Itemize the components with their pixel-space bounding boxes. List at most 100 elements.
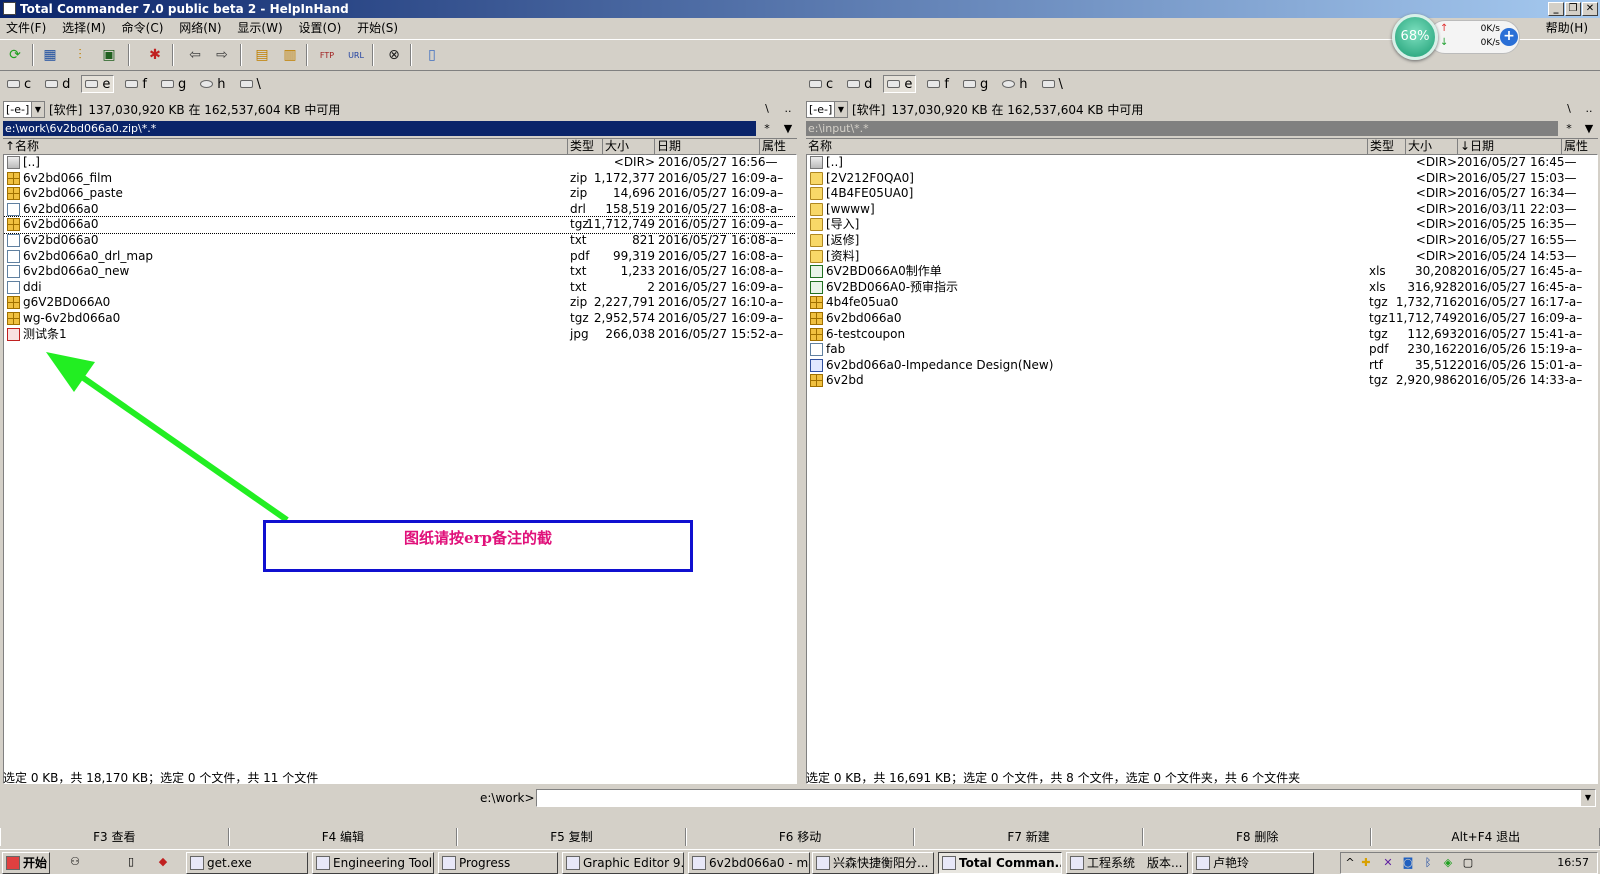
command-line-input[interactable]: ▼ bbox=[536, 789, 1596, 807]
col-type-header[interactable]: 类型 bbox=[568, 139, 603, 154]
taskbar-task-get-exe[interactable]: get.exe bbox=[186, 852, 308, 874]
show-hidden-icons[interactable]: ^ bbox=[1343, 856, 1357, 870]
tray-network-icon[interactable]: ◙ bbox=[1401, 856, 1415, 870]
alt-f4-exit-button[interactable]: Alt+F4 退出 bbox=[1371, 828, 1600, 846]
col-date-header[interactable]: ↓日期 bbox=[1458, 139, 1562, 154]
file-row[interactable]: 6V2BD066A0-预审指示 xls 316,928 2016/05/27 16:4… bbox=[807, 280, 1597, 296]
drive-h-button[interactable]: h bbox=[197, 75, 228, 93]
thumbnail-view-icon[interactable]: ▣ bbox=[97, 44, 121, 66]
file-row[interactable]: 6v2bd066_film zip 1,172,377 2016/05/27 16:0… bbox=[4, 171, 796, 187]
url-connect-icon[interactable]: URL bbox=[344, 44, 368, 66]
menu-start[interactable]: 开始(S) bbox=[351, 18, 404, 38]
drive-f-button[interactable]: f bbox=[924, 75, 952, 93]
file-row[interactable]: 6v2bd066_paste zip 14,696 2016/05/27 16:09-… bbox=[4, 186, 796, 202]
network-speed-widget[interactable]: 68% ↑ 0K/s ↓ 0K/s + bbox=[1392, 14, 1520, 60]
drive-g-button[interactable]: g bbox=[960, 75, 991, 93]
col-type-header[interactable]: 类型 bbox=[1368, 139, 1406, 154]
file-row[interactable]: 6v2bd066a0_drl_map pdf 99,319 2016/05/27 16… bbox=[4, 249, 796, 265]
left-drive-combo[interactable]: [-e-] ▼ bbox=[3, 101, 45, 118]
brief-view-icon[interactable]: ▦ bbox=[38, 44, 62, 66]
file-row[interactable]: 6v2bd066a0_new txt 1,233 2016/05/27 16:08-a… bbox=[4, 264, 796, 280]
tray-close-x-icon[interactable]: ✕ bbox=[1381, 856, 1395, 870]
right-history-arrow[interactable]: ▼ bbox=[1580, 121, 1598, 136]
file-row[interactable]: [资料] <DIR> 2016/05/24 14:53— bbox=[807, 249, 1597, 265]
file-row[interactable]: [返修] <DIR> 2016/05/27 16:55— bbox=[807, 233, 1597, 249]
minimize-button[interactable]: _ bbox=[1548, 2, 1564, 16]
file-row[interactable]: [..] <DIR> 2016/05/27 16:56— bbox=[4, 155, 796, 171]
right-root-button[interactable]: \ bbox=[1560, 100, 1578, 118]
find-binoculars-icon[interactable]: ⊗ bbox=[382, 44, 406, 66]
expand-plus-icon[interactable]: + bbox=[1500, 28, 1518, 46]
col-size-header[interactable]: 大小 bbox=[1406, 139, 1458, 154]
file-row[interactable]: 6-testcoupon tgz 112,693 2016/05/27 15:41-a… bbox=[807, 327, 1597, 343]
forward-arrow-icon[interactable]: ⇨ bbox=[210, 44, 234, 66]
file-row[interactable]: 6v2bd066a0 tgz 11,712,749 2016/05/27 16:09-… bbox=[807, 311, 1597, 327]
chevron-down-icon[interactable]: ▼ bbox=[1581, 790, 1595, 806]
bluetooth-icon[interactable]: ᛒ bbox=[1421, 856, 1435, 870]
quick-launch-notepad-icon[interactable]: ▯ bbox=[124, 855, 138, 869]
file-row[interactable]: 6v2bd066a0 drl 158,519 2016/05/27 16:08-a– bbox=[4, 202, 796, 218]
drive-e-button[interactable]: e bbox=[883, 75, 917, 93]
left-history-arrow[interactable]: ▼ bbox=[779, 121, 797, 136]
invert-selection-icon[interactable]: ✱ bbox=[143, 44, 167, 66]
close-button[interactable]: ✕ bbox=[1582, 2, 1598, 16]
menu-help[interactable]: 帮助(H) bbox=[1540, 18, 1594, 38]
f8-delete-button[interactable]: F8 删除 bbox=[1142, 828, 1372, 846]
menu-select[interactable]: 选择(M) bbox=[56, 18, 112, 38]
file-row[interactable]: 测试条1 jpg 266,038 2016/05/27 15:52-a– bbox=[4, 327, 796, 343]
file-row[interactable]: 6v2bd066a0-Impedance Design(New) rtf 35,51… bbox=[807, 358, 1597, 374]
restore-button[interactable]: ❐ bbox=[1565, 2, 1581, 16]
tree-view-icon[interactable]: ⫶ bbox=[68, 44, 92, 66]
left-parent-button[interactable]: .. bbox=[779, 100, 797, 118]
drive-f-button[interactable]: f bbox=[122, 75, 150, 93]
right-history-star[interactable]: * bbox=[1560, 121, 1578, 136]
taskbar-task-doc-6v2bd066a0[interactable]: 6v2bd066a0 - ma... bbox=[688, 852, 810, 874]
right-drive-combo[interactable]: [-e-] ▼ bbox=[806, 101, 848, 118]
network-drive-button[interactable]: \ bbox=[1039, 75, 1066, 93]
f4-edit-button[interactable]: F4 编辑 bbox=[228, 828, 458, 846]
taskbar-task-engineering-toolkit[interactable]: Engineering Toolk... bbox=[312, 852, 434, 874]
menu-file[interactable]: 文件(F) bbox=[0, 18, 52, 38]
f5-copy-button[interactable]: F5 复制 bbox=[457, 828, 686, 846]
ftp-connect-icon[interactable]: FTP bbox=[315, 44, 339, 66]
file-row[interactable]: g6V2BD066A0 zip 2,227,791 2016/05/27 16:10-… bbox=[4, 295, 796, 311]
taskbar-task-graphic-editor[interactable]: Graphic Editor 9.... bbox=[562, 852, 684, 874]
left-file-list[interactable]: [..] <DIR> 2016/05/27 16:56— 6v2bd066_film z… bbox=[3, 154, 797, 784]
f3-view-button[interactable]: F3 查看 bbox=[0, 828, 229, 846]
col-attr-header[interactable]: 属性 bbox=[1562, 139, 1598, 154]
col-size-header[interactable]: 大小 bbox=[603, 139, 655, 154]
clock[interactable]: 16:57 bbox=[1557, 856, 1589, 869]
drive-d-button[interactable]: d bbox=[844, 75, 875, 93]
refresh-icon[interactable]: ⟳ bbox=[3, 44, 27, 66]
notepad-icon[interactable]: ▯ bbox=[420, 44, 444, 66]
file-row[interactable]: [4B4FE05UA0] <DIR> 2016/05/27 16:34— bbox=[807, 186, 1597, 202]
left-history-star[interactable]: * bbox=[758, 121, 776, 136]
taskbar-task-lu-yanling[interactable]: 卢艳玲 bbox=[1192, 852, 1314, 874]
network-drive-button[interactable]: \ bbox=[237, 75, 264, 93]
left-root-button[interactable]: \ bbox=[758, 100, 776, 118]
f7-newfolder-button[interactable]: F7 新建 bbox=[914, 828, 1143, 846]
app-icon[interactable] bbox=[3, 2, 16, 15]
file-row[interactable]: 6v2bd066a0 txt 821 2016/05/27 16:08-a– bbox=[4, 233, 796, 249]
chevron-down-icon[interactable]: ▼ bbox=[834, 102, 847, 117]
quick-launch-app-icon[interactable]: ◆ bbox=[156, 855, 170, 869]
menu-commands[interactable]: 命令(C) bbox=[116, 18, 170, 38]
col-date-header[interactable]: 日期 bbox=[655, 139, 760, 154]
menu-show[interactable]: 显示(W) bbox=[231, 18, 288, 38]
col-name-header[interactable]: 名称 bbox=[806, 139, 1368, 154]
drive-c-button[interactable]: c bbox=[4, 75, 34, 93]
drive-c-button[interactable]: c bbox=[806, 75, 836, 93]
security-shield-icon[interactable]: ◈ bbox=[1441, 856, 1455, 870]
taskbar-task-engineering-system[interactable]: 工程系统 版本... bbox=[1066, 852, 1188, 874]
f6-move-button[interactable]: F6 移动 bbox=[685, 828, 915, 846]
file-row[interactable]: fab pdf 230,162 2016/05/26 15:19-a– bbox=[807, 342, 1597, 358]
drive-d-button[interactable]: d bbox=[42, 75, 73, 93]
menu-network[interactable]: 网络(N) bbox=[173, 18, 227, 38]
file-row[interactable]: [2V212F0QA0] <DIR> 2016/05/27 15:03— bbox=[807, 171, 1597, 187]
unpack-files-icon[interactable]: ▥ bbox=[278, 44, 302, 66]
quick-launch-icon[interactable]: ⚇ bbox=[68, 855, 82, 869]
file-row[interactable]: ddi txt 2 2016/05/27 16:09-a– bbox=[4, 280, 796, 296]
drive-e-button[interactable]: e bbox=[81, 75, 115, 93]
drive-h-button[interactable]: h bbox=[999, 75, 1030, 93]
back-arrow-icon[interactable]: ⇦ bbox=[183, 44, 207, 66]
